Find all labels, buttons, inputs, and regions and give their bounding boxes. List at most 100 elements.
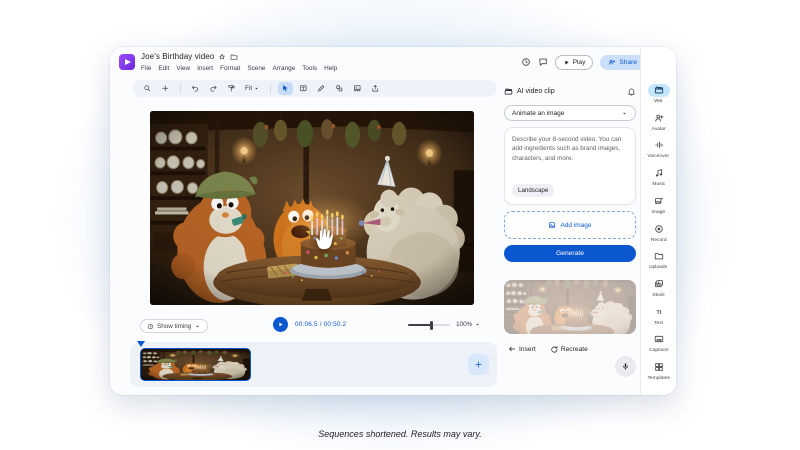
sidebar-item-label: Image (652, 209, 666, 214)
voice-prompt-button[interactable] (615, 356, 636, 377)
insert-button[interactable]: Insert (508, 345, 536, 353)
zoom-level-value: 100% (456, 321, 472, 328)
logo-play-glyph (125, 59, 131, 65)
plus-icon (474, 360, 483, 369)
share-button-label: Share (619, 59, 637, 66)
aspect-ratio-chip[interactable]: Landscape (512, 184, 554, 197)
sidebar-item-label: Templates (647, 376, 669, 381)
share-button[interactable]: Share (600, 55, 645, 70)
toolbar: Fit (133, 80, 497, 97)
mode-select[interactable]: Animate an image (504, 105, 636, 121)
zoom-tool[interactable] (140, 82, 155, 95)
undo-button[interactable] (188, 82, 203, 95)
add-tool[interactable] (158, 82, 173, 95)
slider-knob[interactable] (430, 321, 433, 330)
paint-icon (227, 84, 236, 93)
shapes-icon (335, 84, 344, 93)
export-tool[interactable] (368, 82, 383, 95)
sidebar-item-label: Music (652, 182, 665, 187)
show-timing-label: Show timing (157, 323, 191, 330)
stock-icon (654, 279, 664, 289)
play-icon (277, 321, 284, 328)
chevron-down-icon (253, 85, 260, 92)
sidebar-item-label: Record (651, 237, 667, 242)
menu-edit[interactable]: Edit (158, 65, 169, 72)
paint-format-tool[interactable] (224, 82, 239, 95)
toolbar-divider (270, 84, 271, 93)
star-icon[interactable] (218, 53, 226, 61)
sidebar-item-label: Uploads (649, 265, 667, 270)
menu-insert[interactable]: Insert (197, 65, 213, 72)
menu-bar: File Edit View Insert Format Scene Arrange Tool… (141, 65, 337, 72)
prompt-input[interactable]: Describe your 8-second video. You can ad… (504, 127, 636, 205)
menu-help[interactable]: Help (324, 65, 337, 72)
zoom-level-dropdown[interactable]: 100% (456, 321, 481, 328)
redo-button[interactable] (206, 82, 221, 95)
cursor-icon (281, 84, 290, 93)
show-timing-dropdown[interactable]: Show timing (140, 319, 208, 333)
result-actions: Insert Recreate (508, 345, 588, 353)
clip-filmstrip (141, 349, 250, 380)
version-history-icon[interactable] (521, 57, 531, 67)
sidebar-item-music[interactable]: Music (641, 163, 676, 191)
export-icon (371, 84, 380, 93)
sidebar-item-text[interactable]: TtText (641, 302, 676, 330)
sidebar-item-uploads[interactable]: Uploads (641, 246, 676, 274)
menu-tools[interactable]: Tools (302, 65, 317, 72)
disclaimer-caption: Sequences shortened. Results may vary. (0, 429, 800, 439)
sidebar-item-veo[interactable]: Veo (641, 80, 676, 108)
sidebar-item-stock[interactable]: Stock (641, 274, 676, 302)
sidebar-item-image[interactable]: Image (641, 191, 676, 219)
menu-file[interactable]: File (141, 65, 151, 72)
bell-icon[interactable] (627, 87, 636, 96)
add-scene-button[interactable] (468, 354, 489, 375)
chevron-down-icon (474, 321, 481, 328)
sidebar-item-avatar[interactable]: Avatar (641, 108, 676, 136)
select-tool[interactable] (278, 82, 293, 95)
document-title[interactable]: Joe's Birthday video (141, 52, 214, 61)
fit-zoom-dropdown[interactable]: Fit (242, 85, 263, 92)
menu-arrange[interactable]: Arrange (272, 65, 295, 72)
search-icon (143, 84, 152, 93)
recreate-button[interactable]: Recreate (550, 345, 588, 353)
sidebar-item-label: Avatar (651, 126, 665, 131)
sidebar-item-captions[interactable]: Captions (641, 329, 676, 357)
sidebar-item-label: Veo (654, 99, 662, 104)
menu-view[interactable]: View (176, 65, 190, 72)
timeline-clip[interactable] (140, 348, 251, 381)
right-sidebar: Veo Avatar Voiceover Music Image Record Upload… (640, 47, 676, 395)
ai-panel-title: AI video clip (517, 88, 623, 95)
undo-icon (191, 84, 200, 93)
waveform-icon (654, 140, 664, 150)
menu-scene[interactable]: Scene (247, 65, 265, 72)
menu-format[interactable]: Format (220, 65, 240, 72)
sidebar-item-templates[interactable]: Templates (641, 357, 676, 385)
playhead-marker[interactable] (137, 341, 145, 347)
pen-tool[interactable] (314, 82, 329, 95)
sidebar-item-label: Voiceover (648, 154, 670, 159)
text-box-tool[interactable] (296, 82, 311, 95)
ai-panel-header: AI video clip (504, 85, 636, 98)
playback-play-button[interactable] (273, 317, 288, 332)
sidebar-item-record[interactable]: Record (641, 218, 676, 246)
prompt-placeholder: Describe your 8-second video. You can ad… (512, 135, 628, 163)
slider-fill (408, 324, 431, 326)
sidebar-item-label: Captions (649, 348, 668, 353)
mode-select-value: Animate an image (512, 110, 564, 117)
play-button[interactable]: Play (555, 55, 594, 70)
vids-logo[interactable] (119, 54, 135, 70)
shapes-tool[interactable] (332, 82, 347, 95)
timeline-zoom-slider[interactable] (408, 324, 450, 326)
comment-icon[interactable] (538, 57, 548, 67)
generated-thumbnail[interactable] (504, 280, 636, 334)
video-canvas[interactable] (150, 111, 474, 305)
image-tool[interactable] (350, 82, 365, 95)
insert-label: Insert (519, 346, 536, 353)
play-outline-icon (563, 59, 570, 66)
move-folder-icon[interactable] (230, 53, 238, 61)
redo-icon (209, 84, 218, 93)
generate-button[interactable]: Generate (504, 245, 636, 262)
sidebar-item-voiceover[interactable]: Voiceover (641, 135, 676, 163)
pen-icon (317, 84, 326, 93)
add-image-button[interactable]: Add image (504, 211, 636, 239)
